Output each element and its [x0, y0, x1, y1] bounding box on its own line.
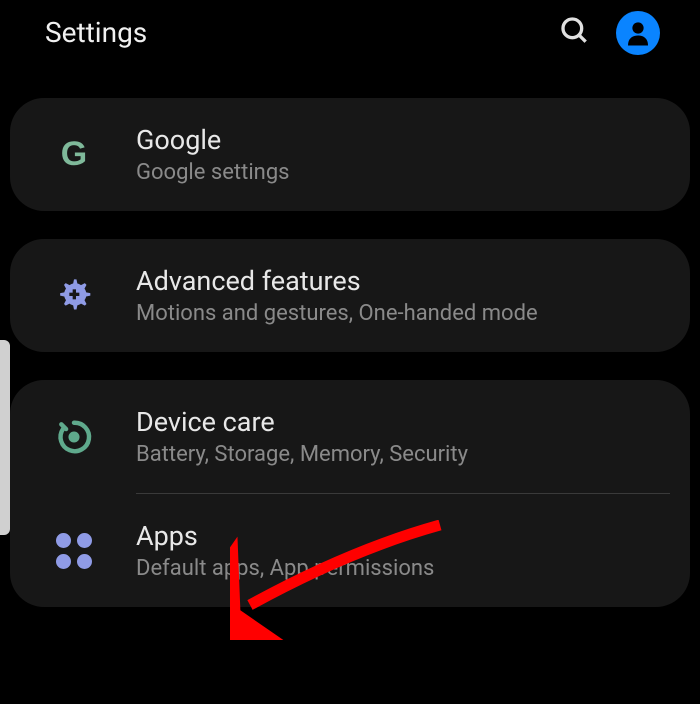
item-title: Google — [136, 124, 660, 156]
settings-item-apps[interactable]: Apps Default apps, App permissions — [10, 494, 690, 607]
item-content: Google Google settings — [136, 124, 660, 185]
item-subtitle: Battery, Storage, Memory, Security — [136, 442, 660, 467]
profile-avatar[interactable] — [616, 11, 660, 55]
item-content: Advanced features Motions and gestures, … — [136, 265, 660, 326]
item-title: Apps — [136, 520, 660, 552]
settings-item-device-care[interactable]: Device care Battery, Storage, Memory, Se… — [10, 380, 690, 493]
device-care-icon — [50, 413, 98, 461]
item-title: Device care — [136, 406, 660, 438]
item-title: Advanced features — [136, 265, 660, 297]
settings-item-advanced-features[interactable]: Advanced features Motions and gestures, … — [10, 239, 690, 352]
search-icon[interactable] — [559, 15, 591, 51]
page-title: Settings — [45, 16, 559, 49]
apps-icon — [50, 527, 98, 575]
google-icon: G — [50, 131, 98, 179]
item-subtitle: Motions and gestures, One-handed mode — [136, 301, 660, 326]
item-subtitle: Default apps, App permissions — [136, 556, 660, 581]
settings-group-google: G Google Google settings — [10, 98, 690, 211]
settings-item-google[interactable]: G Google Google settings — [10, 98, 690, 211]
settings-group-device: Device care Battery, Storage, Memory, Se… — [10, 380, 690, 607]
settings-header: Settings — [0, 0, 700, 70]
settings-group-advanced: Advanced features Motions and gestures, … — [10, 239, 690, 352]
scroll-indicator[interactable] — [0, 340, 10, 535]
item-subtitle: Google settings — [136, 160, 660, 185]
header-actions — [559, 11, 660, 55]
gear-plus-icon — [50, 272, 98, 320]
item-content: Device care Battery, Storage, Memory, Se… — [136, 406, 660, 467]
item-content: Apps Default apps, App permissions — [136, 520, 660, 581]
